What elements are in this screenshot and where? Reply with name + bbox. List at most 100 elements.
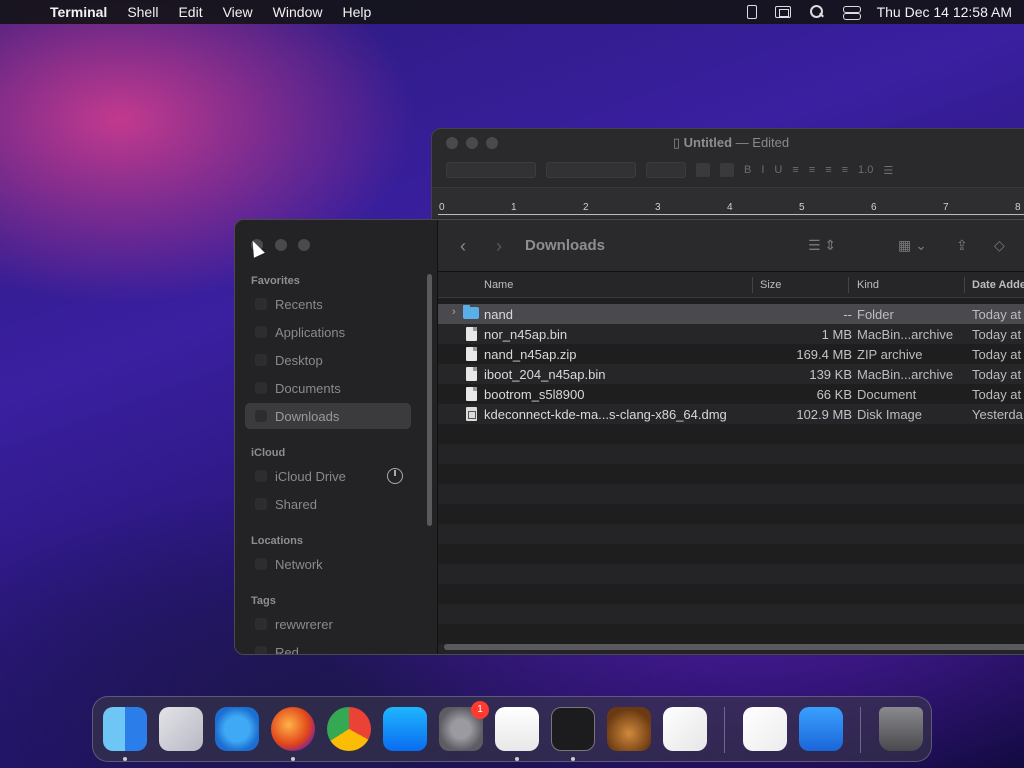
disk-image-icon — [466, 407, 477, 421]
italic-button[interactable]: I — [761, 164, 764, 176]
sidebar-item-network[interactable]: Network — [245, 551, 411, 577]
group-by-icon[interactable]: ▦ ⌄ — [898, 237, 927, 254]
column-divider[interactable] — [848, 277, 849, 293]
screen-mirroring-icon[interactable] — [774, 6, 791, 18]
table-row[interactable]: › nand -- Folder Today at — [438, 304, 1024, 324]
menu-edit[interactable]: Edit — [178, 4, 202, 20]
column-kind[interactable]: Kind — [857, 279, 879, 291]
highlight-color-button[interactable] — [720, 163, 734, 177]
trash-icon[interactable] — [879, 707, 923, 751]
control-center-icon[interactable] — [842, 5, 861, 20]
text-color-button[interactable] — [696, 163, 710, 177]
app-store-icon[interactable] — [383, 707, 427, 751]
column-size[interactable]: Size — [760, 279, 781, 291]
sidebar-item-downloads[interactable]: Downloads — [245, 403, 411, 429]
menu-shell[interactable]: Shell — [127, 4, 158, 20]
column-date-added[interactable]: Date Adde — [972, 279, 1024, 291]
safari-icon[interactable] — [215, 707, 259, 751]
align-left-icon[interactable]: ≡ — [792, 164, 798, 176]
spotlight-search-icon[interactable] — [809, 5, 825, 19]
sidebar-item-shared[interactable]: Shared — [245, 491, 411, 517]
textedit-titlebar[interactable]: ▯ Untitled — Edited — [432, 129, 1024, 157]
battery-icon[interactable] — [746, 5, 757, 19]
line-spacing-select[interactable]: 1.0 — [858, 164, 873, 176]
sync-progress-icon — [387, 468, 403, 484]
menu-view[interactable]: View — [223, 4, 253, 20]
font-size-select[interactable] — [646, 162, 686, 178]
finder-window[interactable]: Favorites Recents Applications Desktop D… — [234, 219, 1024, 655]
table-row[interactable]: iboot_204_n45ap.bin 139 KB MacBin...arch… — [438, 364, 1024, 384]
menu-window[interactable]: Window — [273, 4, 323, 20]
forward-button[interactable]: › — [496, 236, 502, 257]
align-right-icon[interactable]: ≡ — [825, 164, 831, 176]
desktop-icon — [255, 354, 267, 366]
table-row[interactable]: nor_n45ap.bin 1 MB MacBin...archive Toda… — [438, 324, 1024, 344]
visual-studio-icon[interactable] — [743, 707, 787, 751]
align-center-icon[interactable]: ≡ — [809, 164, 815, 176]
sidebar-item-icloud-drive[interactable]: iCloud Drive — [245, 463, 411, 489]
empty-row — [438, 444, 1024, 464]
font-family-select[interactable] — [546, 162, 636, 178]
share-icon[interactable]: ⇪ — [956, 237, 968, 254]
empty-row — [438, 564, 1024, 584]
menu-bar: Terminal Shell Edit View Window Help Thu… — [0, 0, 1024, 24]
justify-icon[interactable]: ≡ — [842, 164, 848, 176]
firefox-icon[interactable] — [271, 707, 315, 751]
weather-icon[interactable] — [799, 707, 843, 751]
textedit-icon[interactable] — [495, 707, 539, 751]
menu-app-name[interactable]: Terminal — [50, 4, 107, 20]
launchpad-icon[interactable] — [159, 707, 203, 751]
paragraph-style-select[interactable] — [446, 162, 536, 178]
sidebar-item-tag-rewwrerer[interactable]: rewwrerer — [245, 611, 411, 637]
table-row[interactable]: nand_n45ap.zip 169.4 MB ZIP archive Toda… — [438, 344, 1024, 364]
column-divider[interactable] — [752, 277, 753, 293]
sidebar-heading-favorites: Favorites — [251, 275, 300, 287]
garageband-icon[interactable] — [607, 707, 651, 751]
empty-row — [438, 504, 1024, 524]
finder-icon[interactable] — [103, 707, 147, 751]
column-name[interactable]: Name — [484, 279, 513, 291]
bold-button[interactable]: B — [744, 164, 751, 176]
menu-clock[interactable]: Thu Dec 14 12:58 AM — [877, 4, 1012, 20]
empty-row — [438, 464, 1024, 484]
table-row[interactable]: bootrom_s5l8900 66 KB Document Today at — [438, 384, 1024, 404]
empty-row — [438, 484, 1024, 504]
sidebar-item-applications[interactable]: Applications — [245, 319, 411, 345]
finder-main: ‹ › Downloads ☰ ⇕ ▦ ⌄ ⇪ ◇ Name Size Kind… — [437, 220, 1024, 654]
column-divider[interactable] — [964, 277, 965, 293]
sidebar-item-tag-red[interactable]: Red — [245, 639, 411, 654]
zoom-button[interactable] — [298, 239, 311, 251]
system-settings-icon[interactable]: 1 — [439, 701, 489, 751]
textedit-format-bar: B I U ≡ ≡ ≡ ≡ 1.0 ☰ — [432, 157, 1024, 183]
chrome-icon[interactable] — [327, 707, 371, 751]
terminal-icon[interactable] — [551, 707, 595, 751]
vscode-icon[interactable] — [663, 707, 707, 751]
horizontal-scrollbar[interactable] — [444, 644, 1024, 650]
running-indicator — [291, 757, 295, 761]
back-button[interactable]: ‹ — [460, 236, 466, 257]
list-view-icon[interactable]: ☰ ⇕ — [808, 237, 836, 254]
disclosure-triangle-icon[interactable]: › — [452, 306, 456, 318]
list-style-icon[interactable]: ☰ — [883, 164, 893, 177]
download-icon — [255, 410, 267, 422]
dock: 1 — [92, 696, 932, 762]
empty-row — [438, 424, 1024, 444]
finder-toolbar: ‹ › Downloads ☰ ⇕ ▦ ⌄ ⇪ ◇ — [438, 220, 1024, 272]
file-icon — [466, 367, 477, 381]
finder-sidebar: Favorites Recents Applications Desktop D… — [235, 220, 437, 654]
sidebar-scrollbar[interactable] — [427, 274, 432, 526]
menu-help[interactable]: Help — [342, 4, 371, 20]
folder-icon — [463, 305, 479, 319]
network-icon — [255, 558, 267, 570]
empty-row — [438, 624, 1024, 644]
sidebar-item-recents[interactable]: Recents — [245, 291, 411, 317]
sidebar-item-documents[interactable]: Documents — [245, 375, 411, 401]
tag-icon[interactable]: ◇ — [994, 237, 1005, 254]
table-row[interactable]: kdeconnect-kde-ma...s-clang-x86_64.dmg 1… — [438, 404, 1024, 424]
textedit-ruler[interactable]: 0 1 2 3 4 5 6 7 8 — [432, 187, 1024, 217]
underline-button[interactable]: U — [774, 164, 782, 176]
running-indicator — [515, 757, 519, 761]
minimize-button[interactable] — [274, 239, 287, 251]
document-icon — [255, 382, 267, 394]
sidebar-item-desktop[interactable]: Desktop — [245, 347, 411, 373]
